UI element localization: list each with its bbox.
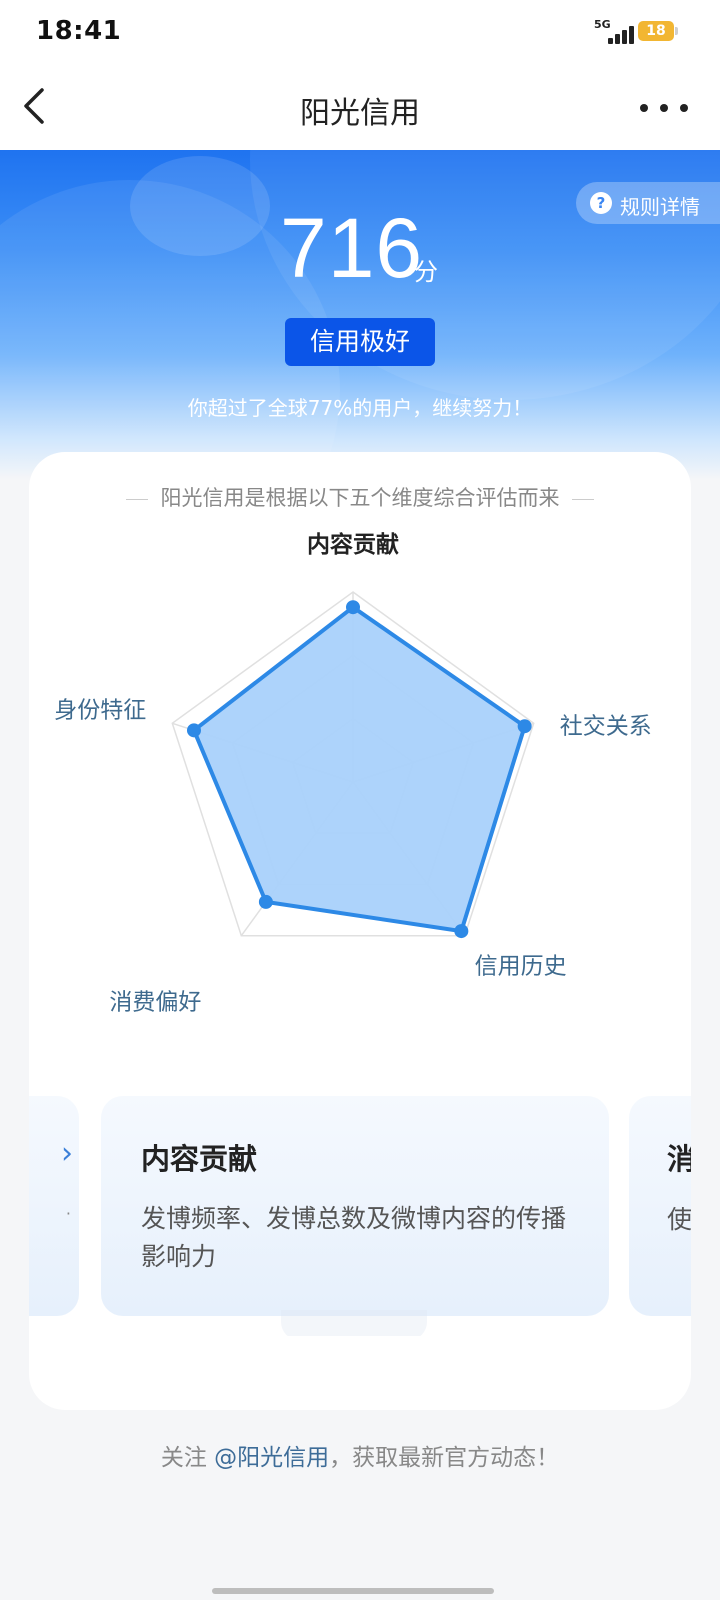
card-shadow <box>281 1310 427 1336</box>
next-dimension-title: 消 <box>667 1142 691 1176</box>
radar-point <box>517 719 532 734</box>
status-time: 18:41 <box>36 16 122 46</box>
more-button[interactable] <box>634 90 694 126</box>
radar-point <box>258 894 273 909</box>
page-title: 阳光信用 <box>300 96 420 131</box>
official-account-link[interactable]: @阳光信用 <box>214 1445 329 1471</box>
battery-icon: 18 <box>638 21 674 41</box>
radar-point <box>186 723 201 738</box>
radar-dimension-label[interactable]: 消费偏好 <box>109 990 201 1016</box>
rank-text: 你超过了全球77%的用户，继续努力！ <box>187 396 533 420</box>
radar-point <box>346 600 360 615</box>
battery-tip <box>675 27 678 35</box>
divider <box>125 498 148 500</box>
radar-point <box>454 924 469 939</box>
credit-score: 716 <box>280 201 424 295</box>
carousel-card-next[interactable]: 消 使 <box>629 1096 691 1316</box>
card-subtitle: 阳光信用是根据以下五个维度综合评估而来 <box>29 482 691 512</box>
footer-text: 关注 @阳光信用，获取最新官方动态！ <box>0 1438 720 1472</box>
radar-data-area <box>191 605 527 934</box>
radar-dimension-label[interactable]: 信用历史 <box>475 954 567 980</box>
dimension-title: 内容贡献 <box>141 1142 258 1176</box>
footer-suffix: ，获取最新官方动态！ <box>329 1445 560 1471</box>
signal-icon <box>604 24 634 44</box>
dimension-card: 阳光信用是根据以下五个维度综合评估而来 内容贡献 社交关系 信用历史 消费偏好 身份特征… <box>29 452 691 1410</box>
next-dimension-description: 使 <box>667 1205 691 1234</box>
card-subtitle-text: 阳光信用是根据以下五个维度综合评估而来 <box>160 486 560 510</box>
hero-decoration <box>130 156 270 256</box>
rules-detail-label: 规则详情 <box>620 195 700 219</box>
chevron-right-icon: › <box>61 1136 73 1171</box>
nav-bar: 阳光信用 <box>0 66 720 150</box>
status-icons: 5G 18 <box>594 18 678 46</box>
prev-card-text: · <box>65 1204 71 1223</box>
dimension-description: 发博频率、发博总数及微博内容的传播影响力 <box>141 1204 567 1271</box>
carousel-card-prev[interactable]: › · <box>29 1096 79 1316</box>
radar-dimension-label[interactable]: 身份特征 <box>54 697 146 723</box>
footer-prefix: 关注 <box>160 1445 215 1471</box>
radar-dimension-label[interactable]: 社交关系 <box>560 713 652 739</box>
more-dots-icon <box>640 104 648 112</box>
home-indicator <box>212 1588 494 1594</box>
question-circle-icon: ? <box>590 192 612 214</box>
dimension-carousel[interactable]: › · 内容贡献 发博频率、发博总数及微博内容的传播影响力 消 使 <box>29 1096 691 1336</box>
score-unit: 分 <box>414 258 438 286</box>
status-bar: 18:41 5G 18 <box>0 0 720 66</box>
divider <box>572 498 595 500</box>
radar-dimension-label[interactable]: 内容贡献 <box>307 531 399 558</box>
radar-chart: 内容贡献社交关系信用历史消费偏好 身份特征 <box>54 531 652 1016</box>
carousel-card-current[interactable]: 内容贡献 发博频率、发博总数及微博内容的传播影响力 <box>101 1096 609 1316</box>
credit-level-badge: 信用极好 <box>285 318 435 366</box>
rules-detail-button[interactable]: ? 规则详情 <box>576 182 720 224</box>
